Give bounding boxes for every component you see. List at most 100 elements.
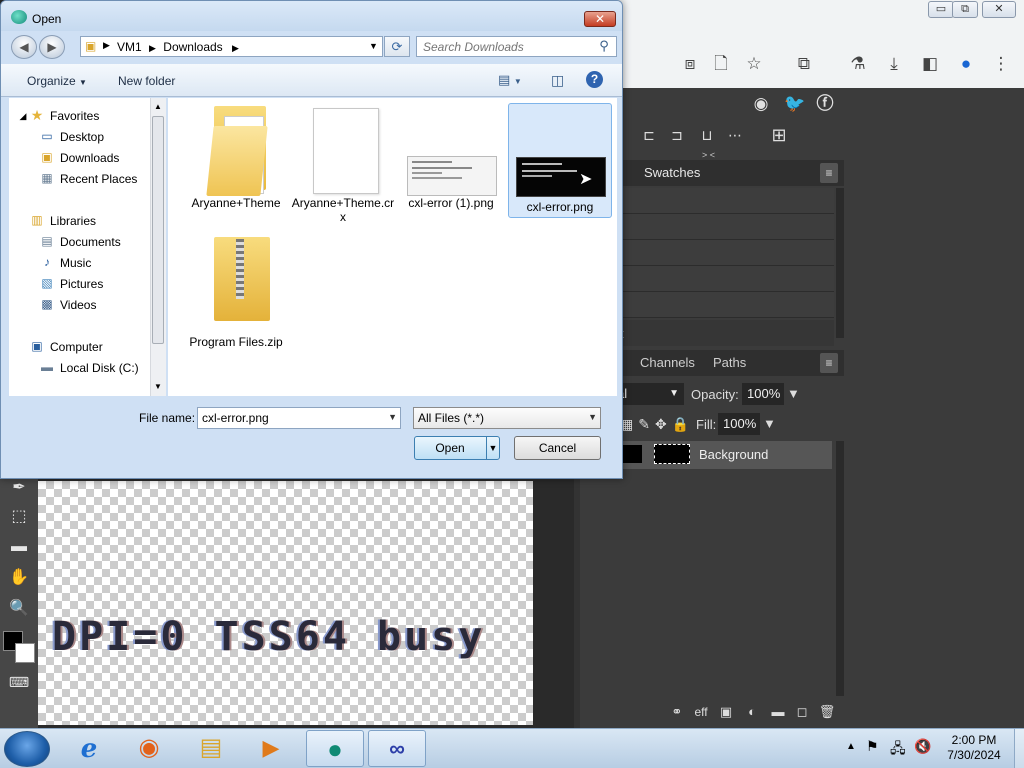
rectangle-tool-icon[interactable]: ▬	[6, 535, 32, 559]
file-name-input[interactable]: cxl-error.png ▼	[197, 407, 401, 429]
chevron-right-icon[interactable]: ▶	[232, 43, 239, 53]
chevron-down-icon[interactable]: ▼	[588, 412, 597, 422]
opacity-dropdown-icon[interactable]: ▼	[787, 386, 800, 401]
keyboard-icon[interactable]: ⌨	[6, 670, 32, 694]
nav-documents[interactable]: ▤ Documents	[15, 232, 149, 252]
nav-libraries[interactable]: ▥ Libraries	[15, 211, 149, 231]
tab-swatches[interactable]: Swatches	[644, 160, 700, 186]
align-left-icon[interactable]: ⊏	[638, 124, 660, 146]
taskbar-media-icon[interactable]: ▶	[242, 730, 300, 767]
breadcrumb-downloads[interactable]: Downloads	[163, 40, 222, 54]
breadcrumb-vm1[interactable]: VM1	[117, 40, 142, 54]
canvas[interactable]: DPI=0 TSS64 busy	[38, 481, 533, 725]
direct-select-tool-icon[interactable]: ⬚	[6, 505, 32, 529]
distribute-icon[interactable]: ⋯	[724, 124, 746, 146]
tray-flag-icon[interactable]: ⚑	[866, 738, 879, 755]
sidepanel-icon[interactable]: ◧	[918, 52, 942, 76]
chevron-right-icon[interactable]: ▶	[149, 43, 156, 53]
refresh-button[interactable]: ⟳	[384, 36, 410, 57]
page-icon[interactable]: 🗋	[709, 52, 733, 76]
scroll-up-icon[interactable]: ▲	[154, 102, 162, 111]
file-item-png-1[interactable]: cxl-error (1).png	[399, 102, 503, 210]
nav-computer[interactable]: ▣ Computer	[15, 337, 149, 357]
lock-icons[interactable]: ▦✎✥🔒	[620, 416, 694, 433]
file-item-png-selected[interactable]: cxl-error.png	[508, 103, 612, 218]
scroll-down-icon[interactable]: ▼	[154, 382, 162, 391]
taskbar-app-icon[interactable]: ●	[306, 730, 364, 767]
collapse-marker[interactable]: > <	[702, 150, 715, 160]
file-item-crx[interactable]: Aryanne+Theme.crx	[291, 102, 395, 224]
preview-pane-icon[interactable]: ◫	[551, 72, 564, 89]
help-icon[interactable]: ?	[586, 71, 603, 88]
browser-close-button[interactable]: ✕	[982, 1, 1016, 18]
fill-dropdown-icon[interactable]: ▼	[763, 416, 776, 431]
tab-channels[interactable]: Channels	[640, 350, 695, 376]
menu-icon[interactable]: ⋮	[989, 52, 1013, 76]
nav-videos[interactable]: ▩ Videos	[15, 295, 149, 315]
file-item-folder[interactable]: Aryanne+Theme	[184, 102, 288, 210]
start-button[interactable]	[4, 731, 50, 767]
tray-network-icon[interactable]: 🖧	[890, 738, 906, 762]
forward-button[interactable]: ▶	[39, 35, 65, 59]
show-desktop-button[interactable]	[1014, 729, 1024, 768]
new-folder-button[interactable]: New folder	[118, 74, 175, 88]
panel-menu-button[interactable]: ≡	[820, 163, 838, 183]
facebook-icon[interactable]: ⓕ	[814, 93, 836, 115]
adjustment-icon[interactable]: ◐	[743, 703, 761, 721]
panel-menu-button[interactable]: ≡	[820, 353, 838, 373]
panel-row[interactable]	[600, 292, 834, 318]
scrollbar-thumb[interactable]	[152, 116, 164, 344]
panel-scrollbar[interactable]	[836, 188, 844, 338]
effects-icon[interactable]: eff	[692, 703, 710, 721]
twitter-icon[interactable]: 🐦	[784, 93, 806, 115]
dialog-titlebar[interactable]	[1, 1, 622, 31]
back-button[interactable]: ◀	[11, 35, 37, 59]
pen-tool-icon[interactable]: ✒	[6, 476, 32, 500]
taskbar-firefox-icon[interactable]: ◉	[120, 730, 178, 767]
browser-minimize-button[interactable]: ▭	[928, 1, 954, 18]
cast-icon[interactable]: ⧈	[678, 52, 702, 76]
tray-volume-icon[interactable]: 🔇	[914, 738, 931, 755]
extensions-icon[interactable]: ⧉	[792, 52, 816, 76]
nav-favorites[interactable]: ◢ ★ Favorites	[15, 106, 149, 126]
nav-desktop[interactable]: ▭ Desktop	[15, 127, 149, 147]
cancel-button[interactable]: Cancel	[514, 436, 601, 460]
view-options-icon[interactable]: ▤ ▼	[498, 72, 522, 88]
chevron-down-icon[interactable]: ▼	[388, 412, 397, 422]
align-bottom-icon[interactable]: ⊔	[696, 124, 718, 146]
search-icon[interactable]: ⚲	[596, 38, 612, 54]
organize-button[interactable]: Organize ▼	[27, 74, 87, 88]
chevron-down-icon[interactable]: ▼	[369, 41, 378, 51]
lab-icon[interactable]: ⚗	[846, 52, 870, 76]
fill-input[interactable]: 100%	[718, 413, 760, 435]
new-layer-icon[interactable]: ◻	[793, 703, 811, 721]
panel-row[interactable]	[600, 188, 834, 214]
nav-local-disk[interactable]: ▬ Local Disk (C:)	[15, 358, 149, 378]
download-icon[interactable]: ⤓	[882, 52, 906, 76]
browser-maximize-button[interactable]: ⧉	[952, 1, 978, 18]
open-dropdown-icon[interactable]: ▼	[486, 437, 499, 459]
tab-paths[interactable]: Paths	[713, 350, 746, 376]
nav-pictures[interactable]: ▧ Pictures	[15, 274, 149, 294]
file-type-select[interactable]: All Files (*.*) ▼	[413, 407, 601, 429]
panel-row[interactable]	[600, 214, 834, 240]
panel-row[interactable]	[600, 240, 834, 266]
file-item-zip[interactable]: Program Files.zip	[184, 235, 288, 349]
layers-scrollbar[interactable]	[836, 441, 844, 696]
panel-row[interactable]	[600, 266, 834, 292]
profile-icon[interactable]: ●	[954, 52, 978, 76]
link-icon[interactable]: ⚭	[668, 703, 686, 721]
taskbar-explorer-icon[interactable]: ▤	[182, 730, 240, 767]
zoom-tool-icon[interactable]: 🔍	[6, 597, 32, 621]
align-center-icon[interactable]: ⊐	[666, 124, 688, 146]
dialog-close-button[interactable]: ✕	[584, 11, 616, 27]
opacity-input[interactable]: 100%	[742, 383, 784, 405]
layer-row[interactable]: Background	[610, 441, 832, 469]
taskbar-infinity-icon[interactable]: ∞	[368, 730, 426, 767]
hand-tool-icon[interactable]: ✋	[6, 566, 32, 590]
search-input[interactable]	[416, 36, 617, 57]
mask-icon[interactable]: ▣	[717, 703, 735, 721]
background-color-swatch[interactable]	[15, 643, 35, 663]
nav-downloads[interactable]: ▣ Downloads	[15, 148, 149, 168]
navigation-scrollbar[interactable]: ▲ ▼	[150, 98, 166, 396]
